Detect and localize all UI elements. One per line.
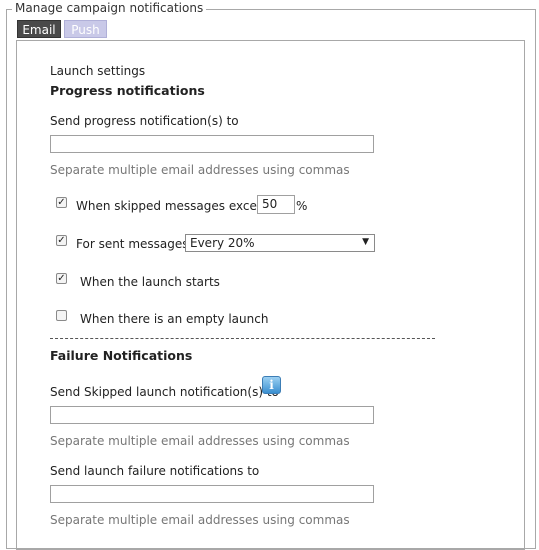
empty-launch-label: When there is an empty launch (80, 312, 269, 326)
skipped-launch-hint: Separate multiple email addresses using … (50, 434, 350, 448)
fieldset-legend: Manage campaign notifications (12, 1, 207, 15)
empty-launch-checkbox[interactable] (56, 310, 67, 321)
launch-failure-hint: Separate multiple email addresses using … (50, 513, 350, 527)
launch-starts-checkbox[interactable]: ✓ (56, 273, 67, 284)
launch-settings-label: Launch settings (50, 64, 146, 78)
skipped-messages-label: When skipped messages exceed (76, 199, 272, 213)
launch-starts-label: When the launch starts (80, 275, 220, 289)
skipped-launch-email-input[interactable] (50, 406, 374, 424)
skipped-launch-label: Send Skipped launch notification(s) to (50, 385, 279, 399)
progress-email-label: Send progress notification(s) to (50, 114, 239, 128)
sent-frequency-select[interactable]: Every 20% ▼ (185, 234, 375, 252)
info-icon[interactable]: i (262, 376, 281, 394)
tab-push[interactable]: Push (64, 20, 107, 38)
launch-failure-label: Send launch failure notifications to (50, 464, 260, 478)
failure-heading: Failure Notifications (50, 348, 193, 363)
skipped-messages-checkbox[interactable]: ✓ (56, 197, 67, 208)
progress-email-hint: Separate multiple email addresses using … (50, 163, 350, 177)
sent-messages-label: For sent messages (76, 237, 189, 251)
sent-frequency-value: Every 20% (190, 236, 255, 250)
percent-sign: % (296, 199, 308, 213)
tab-email[interactable]: Email (17, 20, 61, 38)
progress-heading: Progress notifications (50, 83, 205, 98)
section-divider (50, 338, 435, 339)
skipped-threshold-input[interactable]: 50 (257, 195, 295, 214)
chevron-down-icon: ▼ (362, 237, 369, 247)
progress-email-input[interactable] (50, 135, 374, 153)
launch-failure-email-input[interactable] (50, 485, 374, 503)
sent-messages-checkbox[interactable]: ✓ (56, 235, 67, 246)
